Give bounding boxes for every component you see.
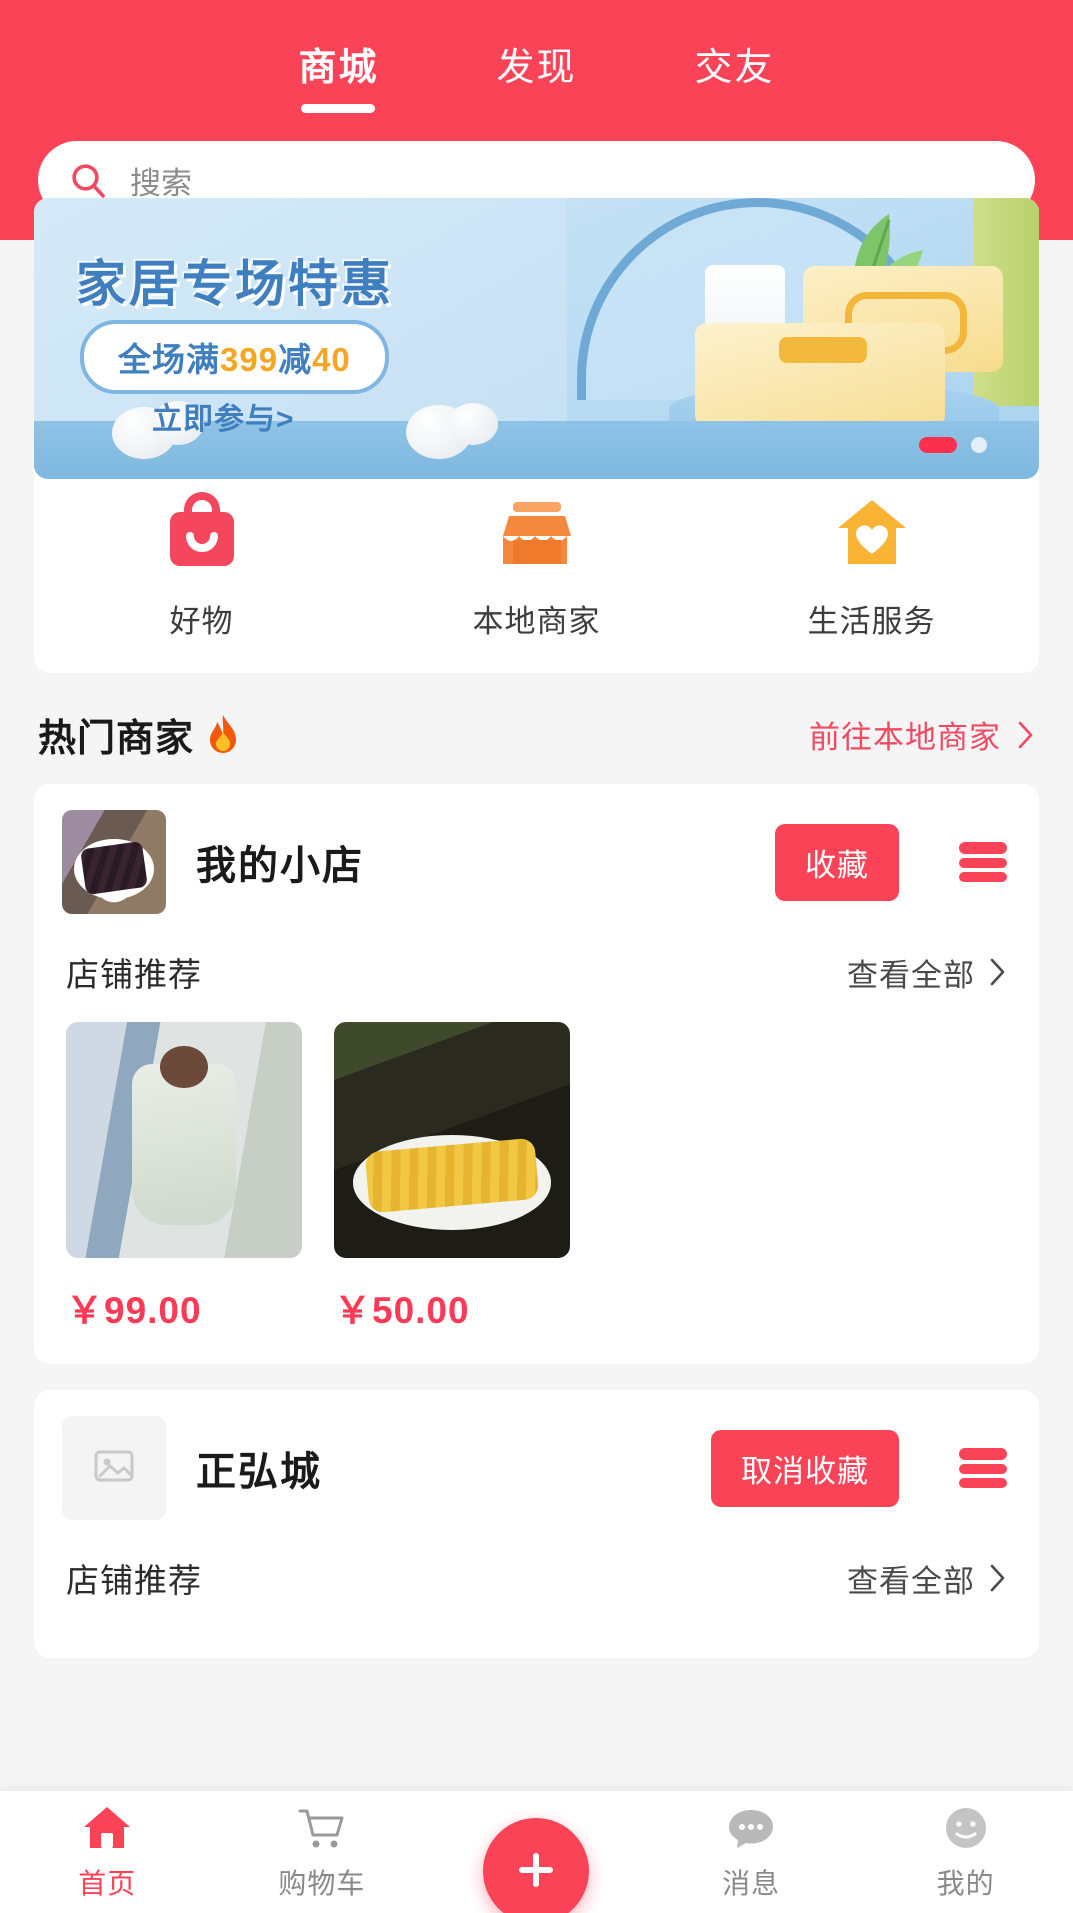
bottom-navigation-bar: 首页 购物车 消息 我的 [0,1791,1073,1913]
product-row: ￥99.00 ￥50.00 [62,1022,1011,1334]
bottom-nav-item-profile-label: 我的 [936,1868,995,1899]
banner-title: 家居专场特惠 [76,256,394,312]
go-to-local-merchants-link[interactable]: 前往本地商家 [809,712,1035,757]
tab-friends-label: 交友 [694,47,775,89]
carousel-pagination [919,437,987,453]
tab-friends[interactable]: 交友 [695,36,775,113]
promo-banner-carousel[interactable]: 家居专场特惠 全场满399减40 立即参与> [34,198,1039,479]
bottom-nav-item-cart[interactable]: 购物车 [215,1791,430,1913]
tab-mall[interactable]: 商城 [298,36,378,113]
search-icon [68,160,108,200]
cart-icon [296,1802,348,1854]
top-tab-bar: 商城 发现 交友 [0,20,1073,113]
quick-nav-item-goods-label: 好物 [169,604,234,639]
merchant-card[interactable]: 我的小店 收藏 店铺推荐 查看全部 ￥99.00 ￥50.00 [34,784,1039,1364]
carousel-dot-active[interactable] [919,437,957,453]
shopping-bag-icon [160,490,244,574]
chevron-right-icon [989,1563,1007,1593]
banner-promo-discount: 40 [312,341,351,378]
chevron-right-icon [1017,720,1035,750]
app-screen: 商城 发现 交友 搜索 家居专场特惠 全场满399减40 立即参与> 好物 本地… [0,0,1073,1913]
quick-nav-card: 好物 本地商家 生活服务 [34,454,1039,673]
product-image[interactable] [66,1022,302,1258]
storefront-icon [495,490,579,574]
unfavorite-button[interactable]: 取消收藏 [711,1429,899,1507]
fire-icon [204,713,242,757]
bottom-nav-item-profile[interactable]: 我的 [858,1791,1073,1913]
app-header: 商城 发现 交友 搜索 家居专场特惠 全场满399减40 立即参与> [0,0,1073,479]
merchant-name: 我的小店 [196,844,364,888]
go-to-local-merchants-label: 前往本地商家 [809,720,1001,755]
hot-merchants-section-header: 热门商家 前往本地商家 [38,707,1035,762]
product-price: ￥99.00 [66,1290,202,1331]
merchant-name: 正弘城 [196,1450,322,1494]
view-all-link[interactable]: 查看全部 [847,1556,1007,1601]
quick-nav-item-local-merchants[interactable]: 本地商家 [369,490,704,641]
promo-banner[interactable]: 家居专场特惠 全场满399减40 立即参与> [34,198,1039,479]
section-title-group: 热门商家 [38,707,242,762]
image-placeholder-icon [90,1442,138,1495]
add-post-fab-button[interactable] [483,1818,590,1913]
quick-nav-item-goods[interactable]: 好物 [34,490,369,641]
banner-promo-prefix: 全场满 [118,341,220,378]
bottom-nav-item-home-label: 首页 [78,1868,137,1899]
product-item[interactable]: ￥99.00 [66,1022,302,1334]
cotton-decoration-4 [448,403,498,445]
section-title: 热门商家 [38,718,195,760]
merchant-card[interactable]: 正弘城 取消收藏 店铺推荐 查看全部 [34,1390,1039,1658]
shop-recommend-header: 店铺推荐 查看全部 [66,948,1007,996]
merchant-header-row: 我的小店 收藏 [62,810,1011,914]
banner-promo-middle: 减 [278,341,313,378]
chevron-right-icon [989,957,1007,987]
tab-discover-label: 发现 [496,47,577,89]
quick-nav-item-local-merchants-label: 本地商家 [472,604,601,639]
tissue-box-decoration-2 [695,323,945,427]
home-heart-icon [830,490,914,574]
favorite-button[interactable]: 收藏 [775,823,899,901]
bottom-nav-item-messages[interactable]: 消息 [644,1791,859,1913]
merchant-avatar[interactable] [62,1416,166,1520]
quick-nav-item-life-services-label: 生活服务 [807,604,936,639]
product-price: ￥50.00 [334,1290,470,1331]
shop-recommend-title: 店铺推荐 [66,1562,202,1599]
bottom-nav-item-home[interactable]: 首页 [0,1791,215,1913]
view-all-link[interactable]: 查看全部 [847,950,1007,995]
main-scroll-area[interactable]: 好物 本地商家 生活服务 热门商家 前往本地商家 我的小店 收藏 店铺推荐 查看… [0,430,1073,1791]
product-image[interactable] [334,1022,570,1258]
merchant-header-row: 正弘城 取消收藏 [62,1416,1011,1520]
bottom-nav-item-cart-label: 购物车 [278,1868,366,1899]
merchant-avatar[interactable] [62,810,166,914]
shop-badge-icon[interactable] [955,1444,1011,1492]
tab-mall-label: 商城 [298,47,379,89]
banner-promo-pill: 全场满399减40 [80,320,389,394]
message-icon [725,1802,777,1854]
search-input[interactable]: 搜索 [130,158,192,203]
shop-recommend-title: 店铺推荐 [66,956,202,993]
view-all-label: 查看全部 [847,1563,975,1599]
bottom-nav-item-messages-label: 消息 [722,1868,781,1899]
quick-nav-item-life-services[interactable]: 生活服务 [704,490,1039,641]
home-icon [81,1802,133,1854]
carousel-dot-2[interactable] [971,437,987,453]
tab-discover[interactable]: 发现 [496,36,576,113]
product-item[interactable]: ￥50.00 [334,1022,570,1334]
banner-cta-link[interactable]: 立即参与> [152,394,295,438]
plus-icon [512,1846,560,1897]
user-icon [940,1802,992,1854]
view-all-label: 查看全部 [847,957,975,993]
shop-recommend-header: 店铺推荐 查看全部 [66,1554,1007,1602]
shop-badge-icon[interactable] [955,838,1011,886]
banner-promo-amount: 399 [220,341,279,378]
